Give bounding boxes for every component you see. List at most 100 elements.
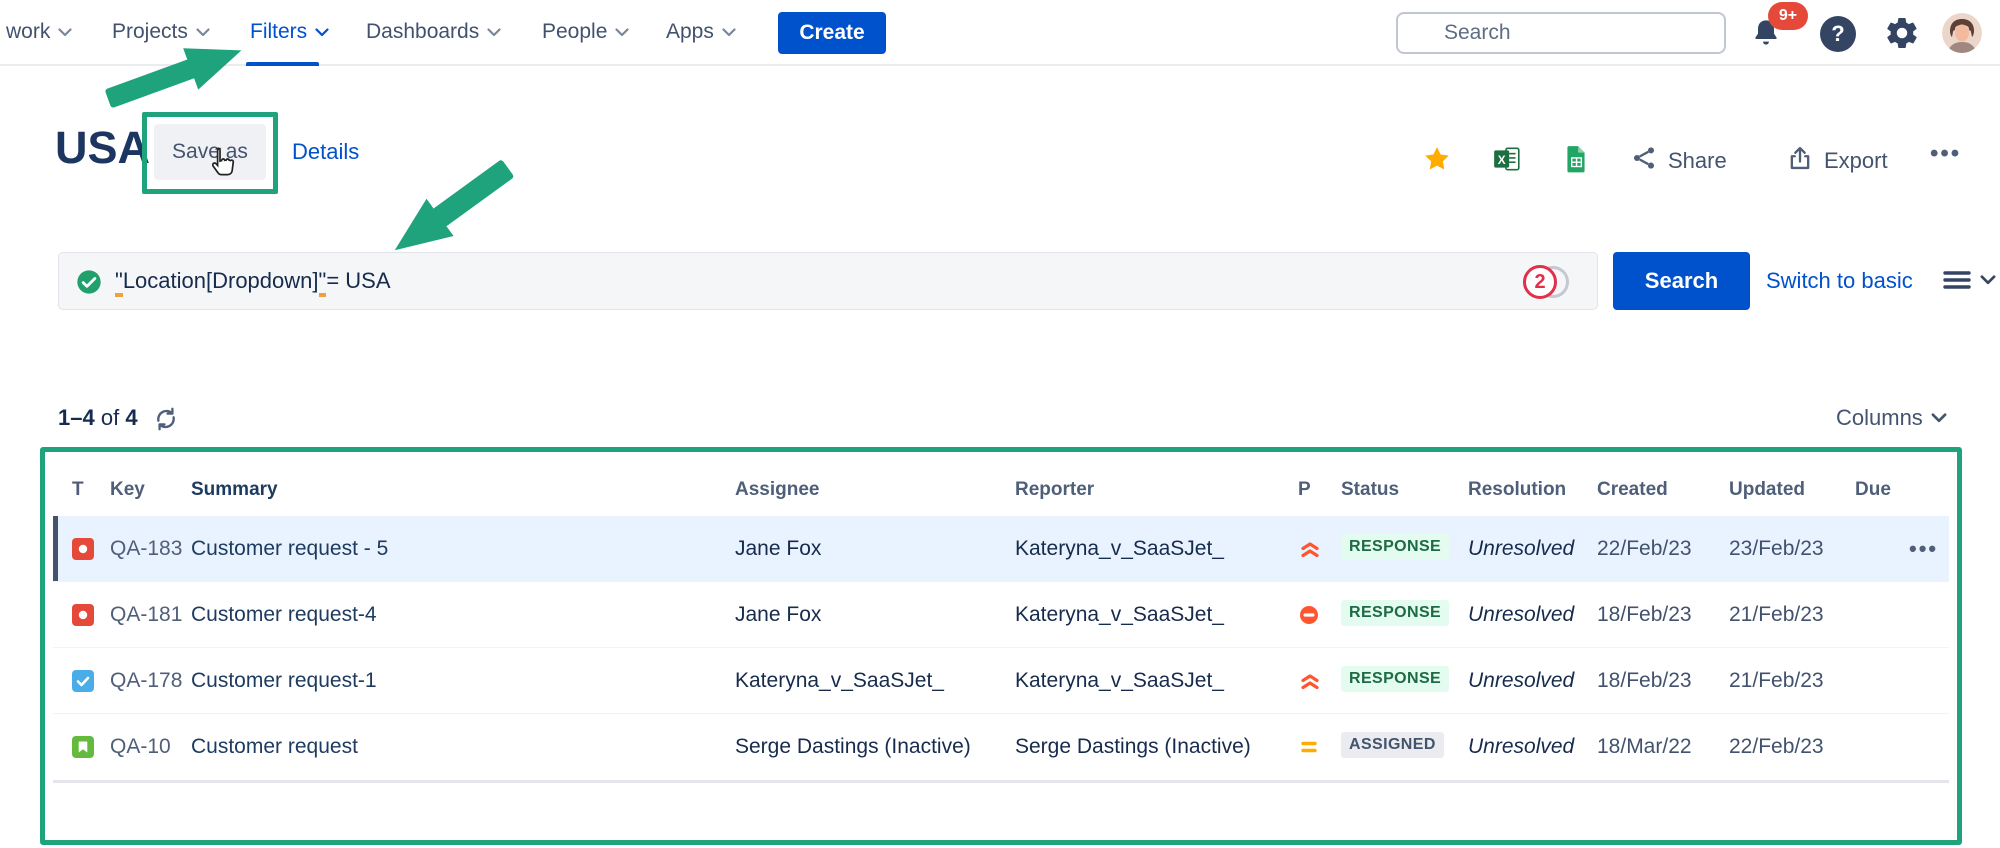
nav-item-filters[interactable]: Filters bbox=[250, 0, 329, 64]
nav-item-people[interactable]: People bbox=[542, 0, 629, 64]
status-badge: RESPONSE bbox=[1341, 600, 1449, 626]
chevron-down-icon bbox=[722, 28, 736, 37]
issue-resolution: Unresolved bbox=[1468, 516, 1574, 582]
issue-created-date: 18/Feb/23 bbox=[1597, 582, 1692, 648]
switch-to-basic-link[interactable]: Switch to basic bbox=[1766, 252, 1913, 310]
nav-item-projects[interactable]: Projects bbox=[112, 0, 210, 64]
col-header-resolution[interactable]: Resolution bbox=[1468, 472, 1566, 508]
issue-summary-link[interactable]: Customer request-4 bbox=[191, 582, 377, 648]
col-header-updated[interactable]: Updated bbox=[1729, 472, 1805, 508]
nav-label: Projects bbox=[112, 20, 188, 44]
issue-summary-link[interactable]: Customer request bbox=[191, 714, 358, 780]
columns-label: Columns bbox=[1836, 400, 1923, 436]
status-badge: RESPONSE bbox=[1341, 666, 1449, 692]
nav-item-your-work[interactable]: work bbox=[6, 0, 72, 64]
issue-reporter: Kateryna_v_SaaSJet_ bbox=[1015, 648, 1224, 714]
row-actions-menu[interactable]: ••• bbox=[1909, 516, 1938, 582]
search-button[interactable]: Search bbox=[1613, 252, 1750, 310]
status-badge: ASSIGNED bbox=[1341, 732, 1444, 758]
create-button[interactable]: Create bbox=[778, 12, 886, 54]
share-button[interactable]: Share bbox=[1630, 144, 1727, 178]
issue-key-link[interactable]: QA-10 bbox=[110, 714, 171, 780]
notifications-count-badge: 9+ bbox=[1768, 2, 1808, 30]
more-actions-button[interactable]: ••• bbox=[1930, 140, 1961, 168]
col-header-reporter[interactable]: Reporter bbox=[1015, 472, 1094, 508]
status-badge: RESPONSE bbox=[1341, 534, 1449, 560]
save-as-button[interactable]: Save as bbox=[154, 124, 266, 180]
issue-summary-link[interactable]: Customer request-1 bbox=[191, 648, 377, 714]
issue-assignee: Serge Dastings (Inactive) bbox=[735, 714, 971, 780]
issue-created-date: 18/Feb/23 bbox=[1597, 648, 1692, 714]
nav-label: Filters bbox=[250, 20, 307, 44]
col-header-assignee[interactable]: Assignee bbox=[735, 472, 819, 508]
export-label: Export bbox=[1824, 148, 1888, 174]
status-cell: RESPONSE bbox=[1341, 516, 1449, 582]
issue-row-QA-183[interactable]: QA-183Customer request - 5 Jane Fox Katery… bbox=[53, 516, 1949, 582]
jql-operator-value: = USA bbox=[326, 268, 390, 293]
issue-reporter: Serge Dastings (Inactive) bbox=[1015, 714, 1251, 780]
jql-query-text: "Location[Dropdown]"= USA bbox=[115, 253, 391, 309]
issue-key-link[interactable]: QA-183 bbox=[110, 516, 182, 582]
issue-type-story-icon bbox=[72, 736, 94, 758]
issue-resolution: Unresolved bbox=[1468, 714, 1574, 780]
share-icon bbox=[1630, 144, 1658, 178]
issue-rows: QA-183Customer request - 5Jane FoxKatery… bbox=[53, 516, 1949, 783]
export-button[interactable]: Export bbox=[1786, 144, 1888, 178]
nav-item-apps[interactable]: Apps bbox=[666, 0, 736, 64]
status-cell: RESPONSE bbox=[1341, 582, 1449, 648]
issue-resolution: Unresolved bbox=[1468, 648, 1574, 714]
refresh-icon[interactable] bbox=[152, 405, 180, 438]
results-of: of bbox=[101, 405, 119, 430]
issue-reporter: Kateryna_v_SaaSJet_ bbox=[1015, 582, 1224, 648]
favorite-star-icon[interactable] bbox=[1422, 144, 1452, 174]
page-title: USA bbox=[55, 120, 150, 176]
col-header-summary[interactable]: Summary bbox=[191, 472, 278, 508]
issue-row-QA-10[interactable]: QA-10 Customer request Serge Dastings (Ina… bbox=[53, 714, 1949, 780]
help-icon[interactable]: ? bbox=[1820, 16, 1856, 52]
jira-filter-page: work Projects Filters Dashboards People … bbox=[0, 0, 2000, 848]
google-sheets-icon[interactable] bbox=[1562, 144, 1590, 174]
issue-assignee: Jane Fox bbox=[735, 516, 821, 582]
col-header-created[interactable]: Created bbox=[1597, 472, 1668, 508]
issue-type-bug-icon bbox=[72, 604, 94, 626]
results-count: 1–4 of 4 bbox=[58, 400, 138, 436]
issue-assignee: Jane Fox bbox=[735, 582, 821, 648]
issue-key-link[interactable]: QA-178 bbox=[110, 648, 182, 714]
issue-type-task-icon bbox=[72, 670, 94, 692]
chevron-down-icon bbox=[487, 28, 501, 37]
columns-dropdown[interactable]: Columns bbox=[1836, 400, 1947, 436]
nav-item-dashboards[interactable]: Dashboards bbox=[366, 0, 501, 64]
details-link[interactable]: Details bbox=[292, 124, 359, 180]
user-avatar[interactable] bbox=[1942, 13, 1982, 53]
issue-key-link[interactable]: QA-181 bbox=[110, 582, 182, 648]
issue-reporter: Kateryna_v_SaaSJet_ bbox=[1015, 516, 1224, 582]
excel-export-icon[interactable]: X bbox=[1492, 144, 1522, 174]
jql-warning-count-badge[interactable]: 2 bbox=[1523, 265, 1557, 299]
global-search-input[interactable] bbox=[1396, 12, 1726, 54]
jql-input[interactable]: "Location[Dropdown]"= USA 2 bbox=[58, 252, 1598, 310]
svg-text:X: X bbox=[1498, 154, 1506, 167]
hamburger-icon bbox=[1942, 268, 1972, 292]
col-header-key[interactable]: Key bbox=[110, 472, 145, 508]
search-options-menu[interactable] bbox=[1942, 268, 1996, 292]
issue-created-date: 22/Feb/23 bbox=[1597, 516, 1692, 582]
col-header-due[interactable]: Due bbox=[1855, 472, 1891, 508]
col-header-priority[interactable]: P bbox=[1298, 472, 1311, 508]
results-range: 1–4 bbox=[58, 405, 95, 430]
col-header-status[interactable]: Status bbox=[1341, 472, 1399, 508]
issue-row-QA-181[interactable]: QA-181Customer request-4 Jane Fox Kateryna… bbox=[53, 582, 1949, 648]
results-total: 4 bbox=[125, 405, 137, 430]
issue-summary-link[interactable]: Customer request - 5 bbox=[191, 516, 388, 582]
jql-field: Location[Dropdown] bbox=[123, 268, 319, 293]
issue-type-bug-icon bbox=[72, 538, 94, 560]
priority-high-icon bbox=[1298, 670, 1322, 692]
chevron-down-icon bbox=[58, 28, 72, 37]
col-header-type[interactable]: T bbox=[72, 472, 84, 508]
issue-updated-date: 21/Feb/23 bbox=[1729, 648, 1824, 714]
settings-gear-icon[interactable] bbox=[1884, 15, 1920, 56]
issue-assignee: Kateryna_v_SaaSJet_ bbox=[735, 648, 944, 714]
chevron-down-icon bbox=[1980, 275, 1996, 285]
issue-table: T Key Summary Assignee Reporter P Status… bbox=[53, 460, 1949, 832]
chevron-down-icon bbox=[1931, 413, 1947, 423]
issue-row-QA-178[interactable]: QA-178Customer request-1 Kateryna_v_SaaSJ… bbox=[53, 648, 1949, 714]
